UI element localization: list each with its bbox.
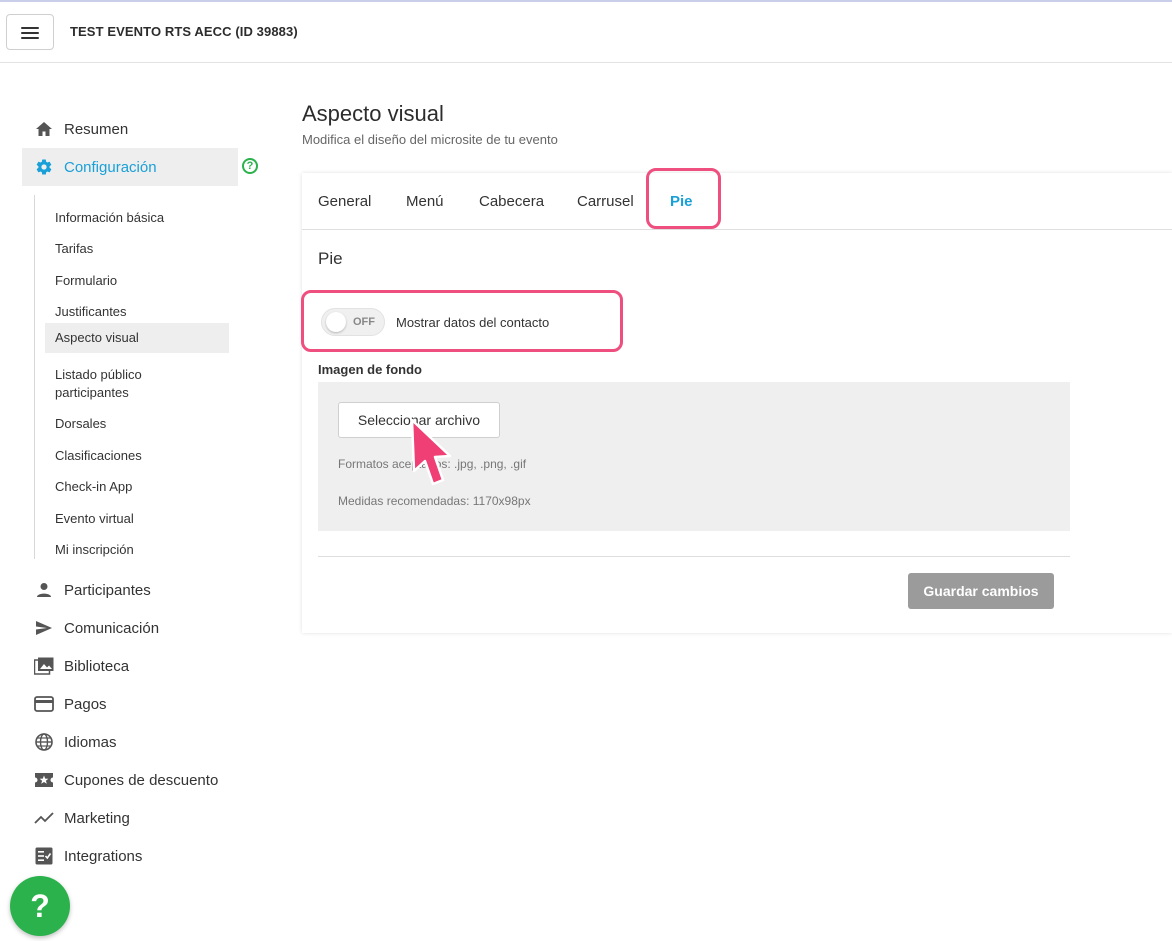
sidebar-item-configuracion[interactable]: Configuración (22, 148, 238, 186)
sidebar-item-label: Resumen (64, 120, 129, 138)
sidebar-item-comunicacion[interactable]: Comunicación (22, 609, 238, 647)
sidebar-item-label: Participantes (64, 581, 151, 599)
toggle-knob (326, 312, 346, 332)
sidebar-item-integrations[interactable]: Integrations (22, 837, 238, 875)
tab-highlight (646, 168, 721, 229)
sidebar-item-label: Idiomas (64, 733, 117, 751)
page-title: Aspecto visual (302, 101, 444, 126)
sidebar-item-label: Marketing (64, 809, 130, 827)
subnav-item-informacion-basica[interactable]: Información básica (45, 203, 229, 233)
subnav-item-listado-publico[interactable]: Listado público participantes (45, 360, 195, 408)
person-icon (34, 580, 54, 600)
subnav-item-check-in-app[interactable]: Check-in App (45, 472, 229, 502)
background-image-label: Imagen de fondo (318, 362, 422, 377)
sidebar-item-label: Cupones de descuento (64, 771, 219, 789)
page-subtitle: Modifica el diseño del microsite de tu e… (302, 132, 558, 147)
config-subnav: Información básica Tarifas Formulario Ju… (34, 195, 229, 559)
help-circle-icon[interactable]: ? (242, 158, 258, 174)
sidebar-item-idiomas[interactable]: Idiomas (22, 723, 238, 761)
sidebar-item-label: Pagos (64, 695, 107, 713)
subnav-item-dorsales[interactable]: Dorsales (45, 409, 229, 439)
sidebar-item-biblioteca[interactable]: Biblioteca (22, 647, 238, 685)
sidebar-item-participantes[interactable]: Participantes (22, 571, 238, 609)
sidebar-item-marketing[interactable]: Marketing (22, 799, 238, 837)
card-icon (34, 694, 54, 714)
subnav-item-clasificaciones[interactable]: Clasificaciones (45, 441, 229, 471)
sidebar-item-resumen[interactable]: Resumen (22, 110, 238, 148)
checklist-icon (34, 846, 54, 866)
home-icon (34, 119, 54, 139)
globe-icon (34, 732, 54, 752)
sidebar-item-label: Biblioteca (64, 657, 130, 675)
toggle-label: Mostrar datos del contacto (396, 315, 550, 330)
subnav-item-aspecto-visual[interactable]: Aspecto visual (45, 323, 229, 353)
library-icon (34, 656, 54, 676)
hamburger-icon (21, 25, 39, 39)
save-button[interactable]: Guardar cambios (908, 573, 1054, 609)
subnav-item-formulario[interactable]: Formulario (45, 266, 229, 296)
subnav-item-tarifas[interactable]: Tarifas (45, 234, 229, 264)
subnav-item-evento-virtual[interactable]: Evento virtual (45, 504, 229, 534)
help-button[interactable]: ? (10, 876, 70, 936)
sidebar-item-label: Integrations (64, 847, 143, 865)
toggle-state: OFF (353, 316, 375, 328)
sidebar-item-label: Configuración (64, 158, 157, 176)
trend-icon (34, 808, 54, 828)
settings-card: General Menú Cabecera Carrusel Pie Pie O… (301, 168, 1172, 633)
tab-cabecera[interactable]: Cabecera (479, 193, 544, 210)
pointer-arrow-icon (410, 418, 452, 486)
sidebar-item-pagos[interactable]: Pagos (22, 685, 238, 723)
tab-carrusel[interactable]: Carrusel (577, 193, 634, 210)
sidebar: Resumen Configuración ? Información bási… (0, 63, 290, 941)
tab-general[interactable]: General (318, 193, 371, 210)
top-bar: TEST EVENTO RTS AECC (ID 39883) (0, 2, 1172, 63)
coupon-icon (34, 770, 54, 790)
sidebar-item-cupones[interactable]: Cupones de descuento (22, 761, 238, 799)
menu-toggle-button[interactable] (6, 14, 54, 50)
contact-data-toggle[interactable]: OFF (321, 308, 385, 336)
sidebar-item-label: Comunicación (64, 619, 160, 637)
tab-bar: General Menú Cabecera Carrusel Pie (302, 168, 1172, 230)
subnav-item-mi-inscripcion[interactable]: Mi inscripción (45, 535, 229, 565)
divider (318, 556, 1070, 557)
event-title: TEST EVENTO RTS AECC (ID 39883) (70, 24, 298, 39)
send-icon (34, 618, 54, 638)
gear-icon (34, 157, 54, 177)
section-title: Pie (318, 249, 343, 268)
tab-menu[interactable]: Menú (406, 193, 444, 210)
